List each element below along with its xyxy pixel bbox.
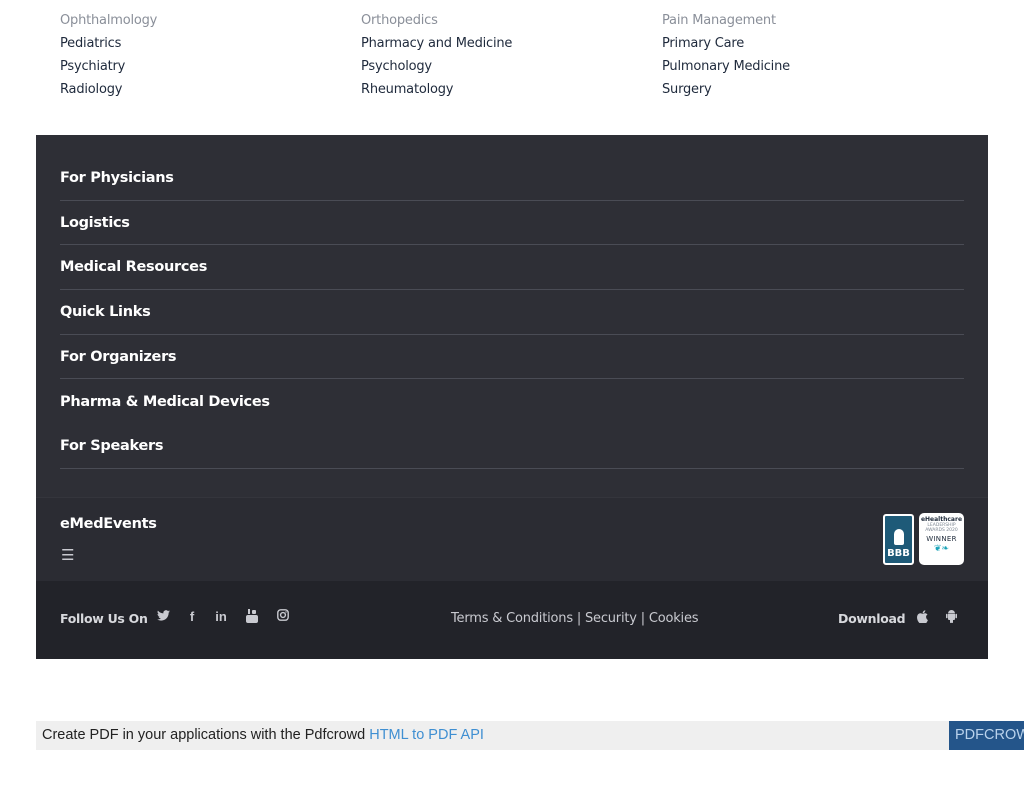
accordion-pharma-medical-devices[interactable]: Pharma & Medical Devices bbox=[60, 379, 964, 424]
specialties-column-1: Ophthalmology Pediatrics Psychiatry Radi… bbox=[60, 13, 157, 101]
accordion-label: For Physicians bbox=[60, 169, 174, 186]
brand-bar: eMedEvents ☰ BBB eHealthcare LEADERSHIP … bbox=[36, 497, 988, 581]
specialties-column-3: Pain Management Primary Care Pulmonary M… bbox=[662, 13, 790, 101]
specialty-link[interactable]: Pharmacy and Medicine bbox=[361, 32, 512, 55]
specialty-link[interactable]: Radiology bbox=[60, 78, 157, 101]
terms-link[interactable]: Terms & Conditions bbox=[451, 611, 573, 626]
laurel-icon: ❦❧ bbox=[933, 543, 950, 553]
specialties-column-2: Orthopedics Pharmacy and Medicine Psycho… bbox=[361, 13, 512, 101]
accordion-label: Quick Links bbox=[60, 303, 151, 320]
accordion-for-organizers[interactable]: For Organizers bbox=[60, 335, 964, 380]
pdfcrowd-banner: Create PDF in your applications with the… bbox=[36, 721, 1024, 750]
accordion-for-physicians[interactable]: For Physicians bbox=[60, 156, 964, 201]
android-icon[interactable] bbox=[943, 610, 959, 626]
specialty-link[interactable]: Surgery bbox=[662, 78, 790, 101]
specialties-list: Ophthalmology Pediatrics Psychiatry Radi… bbox=[0, 0, 1024, 135]
youtube-icon[interactable] bbox=[242, 609, 262, 626]
hamburger-icon[interactable]: ☰ bbox=[61, 546, 74, 564]
pdf-banner-text: Create PDF in your applications with the… bbox=[42, 727, 484, 743]
brand-name[interactable]: eMedEvents bbox=[60, 516, 157, 532]
security-link[interactable]: Security bbox=[585, 611, 637, 626]
award-subtitle: LEADERSHIP AWARDS 2020 bbox=[925, 523, 958, 533]
apple-icon[interactable] bbox=[914, 610, 930, 626]
accordion-logistics[interactable]: Logistics bbox=[60, 201, 964, 246]
accordion-label: Medical Resources bbox=[60, 259, 208, 276]
bbb-accredited-badge[interactable]: BBB bbox=[883, 514, 914, 565]
footer-accordion: For Physicians Logistics Medical Resourc… bbox=[36, 135, 988, 497]
pdfcrowd-button[interactable]: PDFCROWD bbox=[949, 721, 1024, 750]
twitter-icon[interactable] bbox=[153, 609, 173, 624]
separator: | bbox=[640, 611, 645, 626]
accordion-quick-links[interactable]: Quick Links bbox=[60, 290, 964, 335]
award-badge[interactable]: eHealthcare LEADERSHIP AWARDS 2020 WINNE… bbox=[919, 513, 964, 565]
specialty-link[interactable]: Orthopedics bbox=[361, 9, 512, 32]
torch-icon bbox=[893, 529, 904, 545]
bbb-text: BBB bbox=[887, 548, 910, 559]
follow-us-label: Follow Us On bbox=[60, 611, 148, 626]
cookies-link[interactable]: Cookies bbox=[649, 611, 699, 626]
facebook-icon[interactable]: f bbox=[182, 609, 202, 624]
footer-bottom-bar: Follow Us On f in Terms & Conditions | S… bbox=[36, 581, 988, 659]
separator: | bbox=[576, 611, 582, 626]
specialty-link[interactable]: Psychology bbox=[361, 55, 512, 78]
specialty-link[interactable]: Psychiatry bbox=[60, 55, 157, 78]
linkedin-icon[interactable]: in bbox=[211, 609, 231, 624]
accordion-medical-resources[interactable]: Medical Resources bbox=[60, 245, 964, 291]
award-winner: WINNER bbox=[926, 535, 957, 543]
accordion-for-speakers[interactable]: For Speakers bbox=[60, 424, 964, 469]
accordion-list: For Physicians Logistics Medical Resourc… bbox=[60, 156, 964, 469]
accordion-label: For Organizers bbox=[60, 348, 177, 365]
specialty-link[interactable]: Pain Management bbox=[662, 9, 790, 32]
legal-links: Terms & Conditions | Security | Cookies bbox=[451, 611, 699, 626]
award-title: eHealthcare bbox=[920, 516, 963, 523]
specialty-link[interactable]: Pediatrics bbox=[60, 32, 157, 55]
specialty-link[interactable]: Rheumatology bbox=[361, 78, 512, 101]
download-label: Download bbox=[838, 611, 906, 626]
pdf-banner-message: Create PDF in your applications with the… bbox=[42, 727, 366, 743]
accordion-label: Pharma & Medical Devices bbox=[60, 393, 270, 410]
specialty-link[interactable]: Pulmonary Medicine bbox=[662, 55, 790, 78]
html-to-pdf-api-link[interactable]: HTML to PDF API bbox=[369, 727, 484, 743]
accordion-label: For Speakers bbox=[60, 437, 164, 454]
instagram-icon[interactable] bbox=[273, 609, 293, 624]
specialty-link[interactable]: Ophthalmology bbox=[60, 9, 157, 32]
accordion-label: Logistics bbox=[60, 214, 130, 231]
specialty-link[interactable]: Primary Care bbox=[662, 32, 790, 55]
